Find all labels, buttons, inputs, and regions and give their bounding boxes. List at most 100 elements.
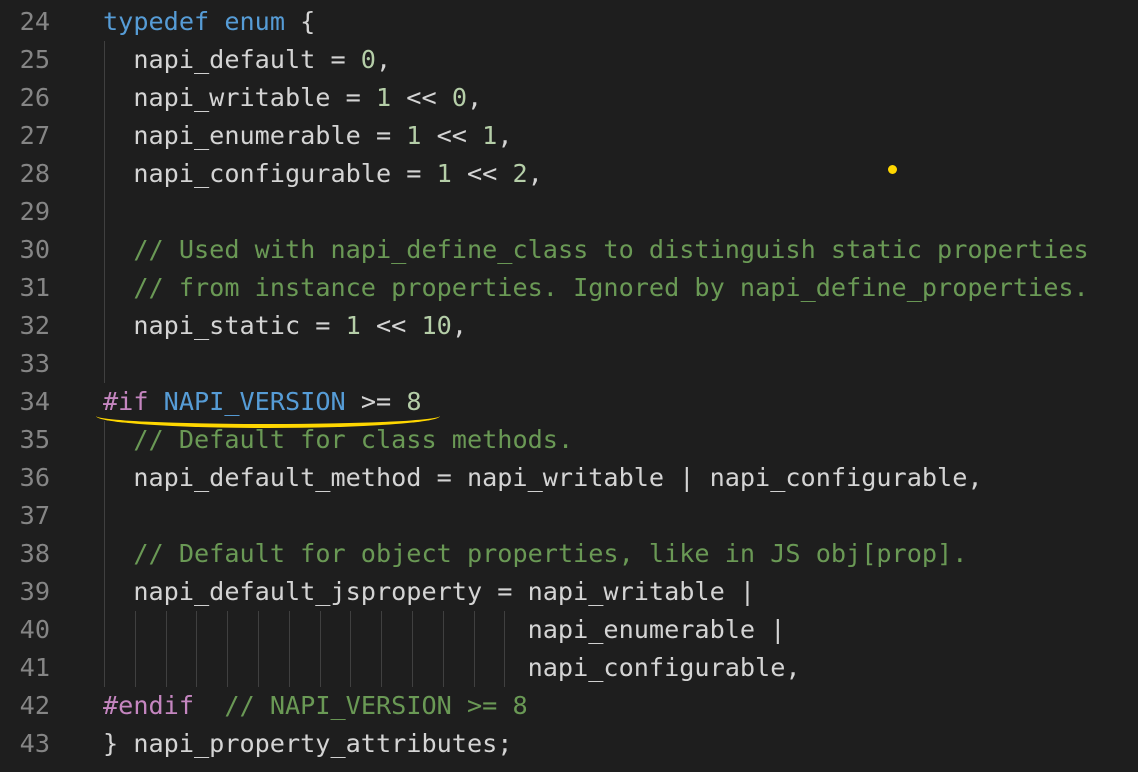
code-text: napi_configurable = 1 << 2, [103,155,543,193]
code-line[interactable]: 40 napi_enumerable | [0,611,1138,649]
code-token: 1 [375,83,392,112]
code-text: } napi_property_attributes; [103,725,512,763]
code-token: napi_static = [103,311,346,340]
line-number: 32 [19,311,50,340]
code-text: typedef enum { [103,3,315,41]
code-token: enum [224,7,285,36]
code-token: << [421,121,483,150]
code-text: #endif // NAPI_VERSION >= 8 [103,687,528,725]
code-token: { [285,7,316,36]
code-line[interactable]: 25 napi_default = 0, [0,41,1138,79]
code-token: // NAPI_VERSION >= 8 [224,691,528,720]
code-line[interactable]: 42 #endif // NAPI_VERSION >= 8 [0,687,1138,725]
code-text: napi_enumerable | [103,611,786,649]
code-text: napi_default = 0, [103,41,391,79]
line-number: 31 [19,273,50,302]
code-line[interactable]: 34 #if NAPI_VERSION >= 8 [0,383,1138,421]
indent-guide [288,611,290,687]
code-token: , [527,159,543,188]
code-text: napi_static = 1 << 10, [103,307,467,345]
line-number: 36 [19,463,50,492]
code-line[interactable]: 31 // from instance properties. Ignored … [0,269,1138,307]
code-token: typedef [103,7,210,36]
code-token: 1 [406,121,422,150]
indent-guide [227,611,229,687]
code-token: napi_default = [103,45,361,74]
indent-guide [381,611,383,687]
line-number: 39 [19,577,50,606]
indent-guide [319,611,321,687]
code-text: // from instance properties. Ignored by … [103,269,1088,307]
indent-guide [165,611,167,687]
code-token: , [375,45,392,74]
code-token: , [497,121,513,150]
indent-guide [258,611,259,687]
indent-guide [104,421,105,687]
code-token: #endif [103,691,194,720]
code-line[interactable]: 36 napi_default_method = napi_writable |… [0,459,1138,497]
code-editor[interactable]: 24 typedef enum {25 napi_default = 0, 26 n… [0,0,1138,772]
code-token: napi_enumerable | [103,615,786,644]
code-text: // Used with napi_define_class to distin… [103,231,1089,269]
indent-guide [442,611,444,687]
line-number: 37 [19,501,50,530]
code-line[interactable]: 33 [0,345,1138,383]
code-token: 1 [345,311,361,340]
code-token: 10 [421,311,452,340]
line-number: 25 [19,45,50,74]
line-number: 35 [19,425,50,454]
code-token: , [466,83,483,112]
line-number: 26 [19,83,50,112]
code-token: 8 [406,387,422,416]
code-token: << [391,83,452,112]
code-token: // Used with napi_define_class to distin… [133,235,1089,264]
code-token: 2 [512,159,528,188]
code-line[interactable]: 32 napi_static = 1 << 10, [0,307,1138,345]
code-line[interactable]: 29 [0,193,1138,231]
code-token: << [360,311,422,340]
indent-guide [134,611,136,687]
line-number: 43 [19,729,50,758]
code-token: // Default for class methods. [133,425,574,454]
code-text: #if NAPI_VERSION >= 8 [103,383,422,421]
indent-guide [473,611,475,687]
code-token: napi_writable = [103,83,376,112]
code-line[interactable]: 35 // Default for class methods. [0,421,1138,459]
code-text: napi_default_method = napi_writable | na… [103,459,982,497]
code-token: >= [345,387,407,416]
code-token: 1 [482,121,498,150]
code-text: napi_enumerable = 1 << 1, [103,117,512,155]
code-line[interactable]: 39 napi_default_jsproperty = napi_writab… [0,573,1138,611]
code-line[interactable]: 37 [0,497,1138,535]
line-number: 33 [19,349,50,378]
indent-guide [104,41,105,383]
code-line[interactable]: 43 } napi_property_attributes; [0,725,1138,763]
code-text: // Default for class methods. [103,421,573,459]
code-line[interactable]: 27 napi_enumerable = 1 << 1, [0,117,1138,155]
line-number: 27 [19,121,50,150]
code-line[interactable]: 26 napi_writable = 1 << 0, [0,79,1138,117]
line-number: 30 [19,235,50,264]
line-number: 24 [19,7,50,36]
code-token: napi_configurable = [103,159,437,188]
line-number: 42 [19,691,50,720]
indent-guide [350,611,352,687]
code-line[interactable]: 28 napi_configurable = 1 << 2, [0,155,1138,193]
code-text: napi_configurable, [103,649,801,687]
code-token: #if [103,387,149,416]
indent-guide [504,611,506,687]
code-token: napi_default_jsproperty = napi_writable … [103,577,756,606]
code-token: , [451,311,467,340]
code-line[interactable]: 41 napi_configurable, [0,649,1138,687]
code-line[interactable]: 24 typedef enum { [0,3,1138,41]
line-number: 28 [19,159,50,188]
code-token: // Default for object properties, like i… [133,539,968,568]
code-line[interactable]: 30 // Used with napi_define_class to dis… [0,231,1138,269]
code-line[interactable]: 38 // Default for object properties, lik… [0,535,1138,573]
code-token: napi_configurable, [103,653,801,682]
code-text: napi_default_jsproperty = napi_writable … [103,573,755,611]
